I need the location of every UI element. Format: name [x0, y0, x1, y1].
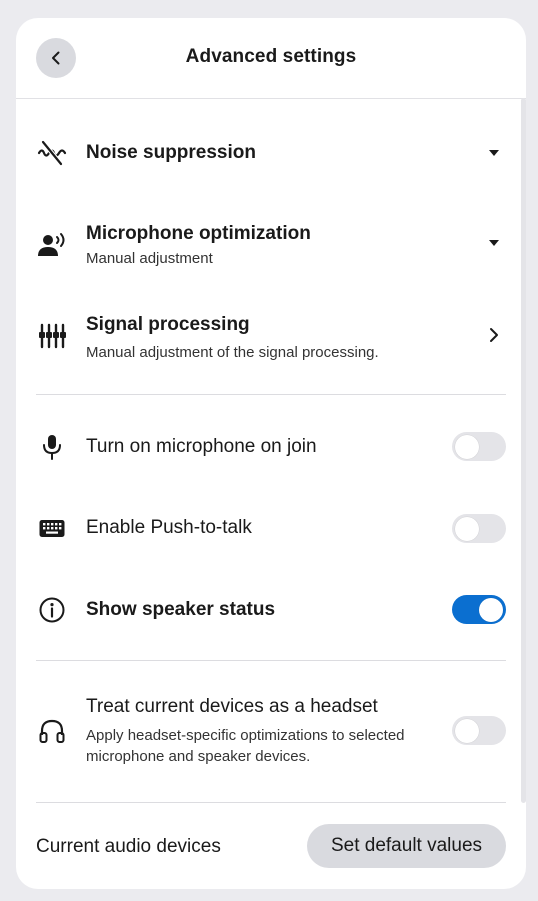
signal-processing-sublabel: Manual adjustment of the signal processi…	[86, 344, 379, 361]
noise-suppression-label: Noise suppression	[86, 142, 256, 163]
set-default-values-button[interactable]: Set default values	[307, 824, 506, 868]
headset-sublabel: Apply headset-specific optimizations to …	[86, 727, 405, 765]
current-audio-devices-label: Current audio devices	[36, 836, 221, 857]
headset-row: Treat current devices as a headset Apply…	[36, 696, 506, 768]
mic-on-join-toggle[interactable]	[452, 432, 506, 461]
keyboard-icon	[36, 512, 68, 544]
speaker-status-label: Show speaker status	[86, 599, 276, 620]
toggle-knob	[455, 516, 479, 541]
page-title: Advanced settings	[185, 46, 357, 67]
info-icon	[36, 594, 68, 626]
headset-toggle[interactable]	[452, 716, 506, 745]
speaker-status-toggle[interactable]	[452, 595, 506, 624]
headset-label: Treat current devices as a headset	[86, 696, 378, 717]
section-divider	[36, 394, 506, 395]
panel-header: Advanced settings	[16, 18, 526, 99]
push-to-talk-row: Enable Push-to-talk	[36, 512, 506, 544]
noise-off-icon	[36, 137, 68, 169]
noise-suppression-row[interactable]: Noise suppression	[36, 137, 506, 169]
section-divider	[36, 802, 506, 803]
headset-icon	[36, 716, 68, 748]
advanced-settings-panel: Advanced settings Noise suppression Micr	[16, 18, 526, 889]
toggle-knob	[455, 718, 479, 743]
mic-on-join-row: Turn on microphone on join	[36, 431, 506, 463]
mic-optimization-sublabel: Manual adjustment	[86, 250, 213, 267]
toggle-knob	[455, 434, 479, 459]
equalizer-icon	[36, 320, 68, 352]
mic-optimization-label: Microphone optimization	[86, 223, 311, 244]
voice-person-icon	[36, 229, 68, 261]
speaker-status-row: Show speaker status	[36, 594, 506, 626]
signal-processing-label: Signal processing	[86, 314, 250, 335]
signal-processing-row[interactable]: Signal processing Manual adjustment of t…	[36, 314, 506, 364]
chevron-right-icon	[482, 323, 506, 347]
push-to-talk-label: Enable Push-to-talk	[86, 517, 252, 538]
mic-optimization-row[interactable]: Microphone optimization Manual adjustmen…	[36, 223, 506, 273]
mic-on-join-label: Turn on microphone on join	[86, 436, 317, 457]
section-divider	[36, 660, 506, 661]
scrollbar[interactable]	[521, 98, 526, 803]
microphone-icon	[36, 431, 68, 463]
caret-down-icon	[482, 141, 506, 165]
push-to-talk-toggle[interactable]	[452, 514, 506, 543]
caret-down-icon	[482, 231, 506, 255]
toggle-knob	[479, 597, 503, 622]
